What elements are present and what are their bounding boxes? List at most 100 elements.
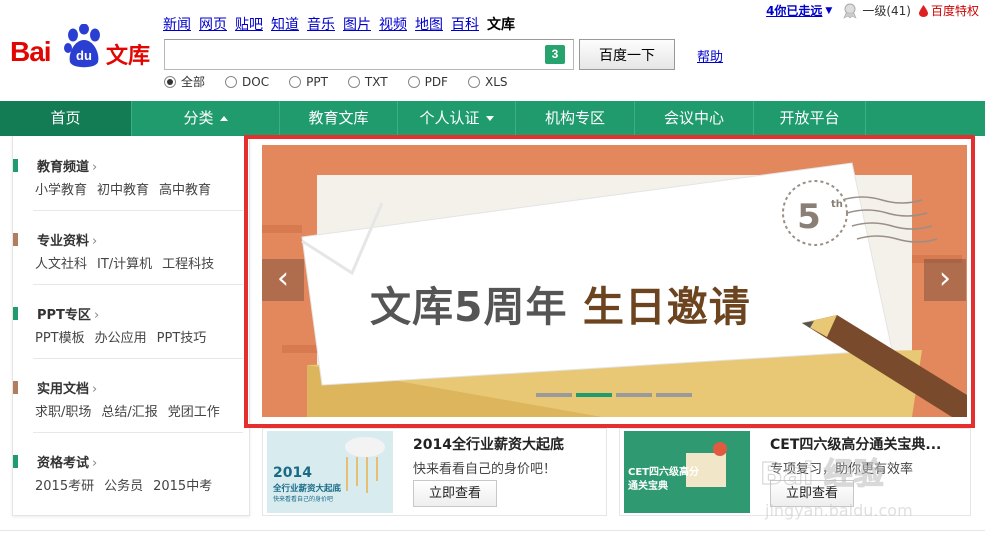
banner-dot-2[interactable] [616,393,652,397]
sidebar-link[interactable]: 办公应用 [95,327,147,346]
promo-cet-image: CET四六级高分 通关宝典 [624,431,750,513]
radio-dot-icon[interactable] [467,75,480,88]
help-link[interactable]: 帮助 [697,46,723,65]
banner-next-button[interactable]: › [924,259,966,301]
sidebar-link[interactable]: 初中教育 [97,179,149,198]
sidebar-category-title[interactable]: 实用文档 › [37,378,97,397]
promo-salary-img-year: 2014 [273,465,312,481]
top-nav-item-0[interactable]: 新闻 [163,14,191,34]
logo-bai-text: Bai [10,36,52,67]
promo-salary-title[interactable]: 2014全行业薪资大起底 [413,434,564,454]
sidebar-link[interactable]: 求职/职场 [35,401,91,420]
search-badge[interactable]: 3 [545,45,565,64]
filter-radio-2[interactable]: PPT [289,73,328,90]
search-input[interactable]: 3 [164,39,574,70]
baidu-wenku-logo[interactable]: Bai du 文库 [10,24,155,72]
top-nav-item-8[interactable]: 百科 [451,14,479,34]
user-menu-caret-icon[interactable]: ▼ [825,6,832,16]
filter-radio-1[interactable]: DOC [225,73,269,90]
filter-radio-5[interactable]: XLS [467,73,508,90]
privilege-icon [918,4,928,17]
banner-dot-3[interactable] [656,393,692,397]
banner-prev-button[interactable]: ‹ [262,259,304,301]
baidu-jingyan-watermark: Bai 经验 jingyan.baidu.com [759,456,913,520]
promo-salary-button[interactable]: 立即查看 [413,480,497,507]
top-nav-item-2[interactable]: 贴吧 [235,14,263,34]
main-nav-label: 教育文库 [308,109,369,127]
top-nav: 新闻 网页 贴吧 知道 音乐 图片 视频 地图 百科 文库 [163,14,523,34]
promo-salary-image: 2014 全行业薪资大起底 快来看看自己的身价吧 [267,431,393,513]
radio-dot-icon[interactable] [407,75,420,88]
sidebar-link[interactable]: 工程科技 [162,253,214,272]
sidebar-category-title[interactable]: PPT专区 › [37,304,99,323]
banner-dot-0[interactable] [536,393,572,397]
stamp-number: 5 [797,197,821,237]
main-nav-item-0[interactable]: 首页 [0,101,132,136]
sidebar-link[interactable]: 小学教育 [35,179,87,198]
sidebar-link[interactable]: 党团工作 [168,401,220,420]
top-nav-item-9[interactable]: 文库 [487,14,515,34]
banner-main-text: 文库5周年 [370,283,568,331]
main-nav-label: 个人认证 [419,109,480,127]
promo-salary-img-sub: 快来看看自己的身价吧 [273,495,333,503]
radio-dot-icon[interactable] [164,75,176,88]
radio-dot-icon[interactable] [225,75,238,88]
sidebar-category-title[interactable]: 教育频道 › [37,156,97,175]
watermark-text: Bai 经验 [760,457,884,492]
main-nav-label: 分类 [183,109,214,127]
sidebar-link[interactable]: 人文社科 [35,253,87,272]
baidu-paw-icon: du [64,24,100,68]
bottom-divider [0,530,985,531]
top-nav-item-6[interactable]: 视频 [379,14,407,34]
top-nav-item-1[interactable]: 网页 [199,14,227,34]
top-nav-item-5[interactable]: 图片 [343,14,371,34]
banner-dot-1[interactable] [576,393,612,397]
filter-radio-4[interactable]: PDF [407,73,448,90]
top-nav-item-7[interactable]: 地图 [415,14,443,34]
sidebar-link[interactable]: PPT技巧 [157,327,207,346]
radio-dot-icon[interactable] [289,75,302,88]
user-name-link[interactable]: 4你已走远 [766,2,822,19]
top-nav-item-3[interactable]: 知道 [271,14,299,34]
sidebar-link[interactable]: 总结/汇报 [101,401,157,420]
category-title-text: 教育频道 [37,160,90,175]
main-nav-item-4[interactable]: 机构专区 [516,101,635,136]
sidebar-category-title[interactable]: 资格考试 › [37,452,97,471]
watermark-url: jingyan.baidu.com [764,501,913,520]
promo-card-salary[interactable]: 2014 全行业薪资大起底 快来看看自己的身价吧 2014全行业薪资大起底 快来… [262,428,607,516]
category-marker [13,455,18,468]
sidebar-link[interactable]: 高中教育 [159,179,211,198]
user-level: 一级(41) [862,4,911,18]
sidebar-category-links: 小学教育 初中教育 高中教育 [35,179,221,198]
banner-carousel[interactable]: 5 th 文库5周年 生日邀请 [262,145,967,417]
sidebar-link[interactable]: PPT模板 [35,327,85,346]
promo-cet-img-line1: CET四六级高分 [628,465,699,478]
main-nav-item-2[interactable]: 教育文库 [280,101,398,136]
main-nav-item-1[interactable]: 分类 [132,101,280,136]
main-nav-item-6[interactable]: 开放平台 [754,101,866,136]
stamp-suffix: th [831,199,843,210]
privilege-link[interactable]: 百度特权 [918,2,979,19]
top-nav-item-4[interactable]: 音乐 [307,14,335,34]
caret-up-icon [219,116,228,121]
sidebar-link[interactable]: IT/计算机 [97,253,152,272]
promo-salary-desc: 快来看看自己的身价吧！ [413,462,557,477]
main-nav-item-5[interactable]: 会议中心 [635,101,754,136]
sidebar-divider [33,284,243,285]
filetype-filters: 全部 DOC PPT TXT PDF XLS [164,73,528,90]
search-button[interactable]: 百度一下 [579,39,675,70]
radio-dot-icon[interactable] [347,75,360,88]
sidebar-link[interactable]: 2015考研 [35,475,94,494]
promo-salary-img-title: 全行业薪资大起底 [272,483,342,494]
category-title-text: 资格考试 [37,456,90,471]
sidebar-category-links: PPT模板 办公应用 PPT技巧 [35,327,216,346]
filter-radio-0[interactable]: 全部 [164,73,205,90]
logo-du-text: du [76,48,92,63]
sidebar-category-title[interactable]: 专业资料 › [37,230,97,249]
filter-radio-3[interactable]: TXT [347,73,388,90]
sidebar-link[interactable]: 2015中考 [153,475,212,494]
main-nav-item-3[interactable]: 个人认证 [398,101,516,136]
sidebar-link[interactable]: 公务员 [104,475,143,494]
chevron-right-icon: › [92,160,98,175]
main-nav: 首页 分类 教育文库 个人认证 机构专区 会议中心 开放平台 [0,101,985,136]
